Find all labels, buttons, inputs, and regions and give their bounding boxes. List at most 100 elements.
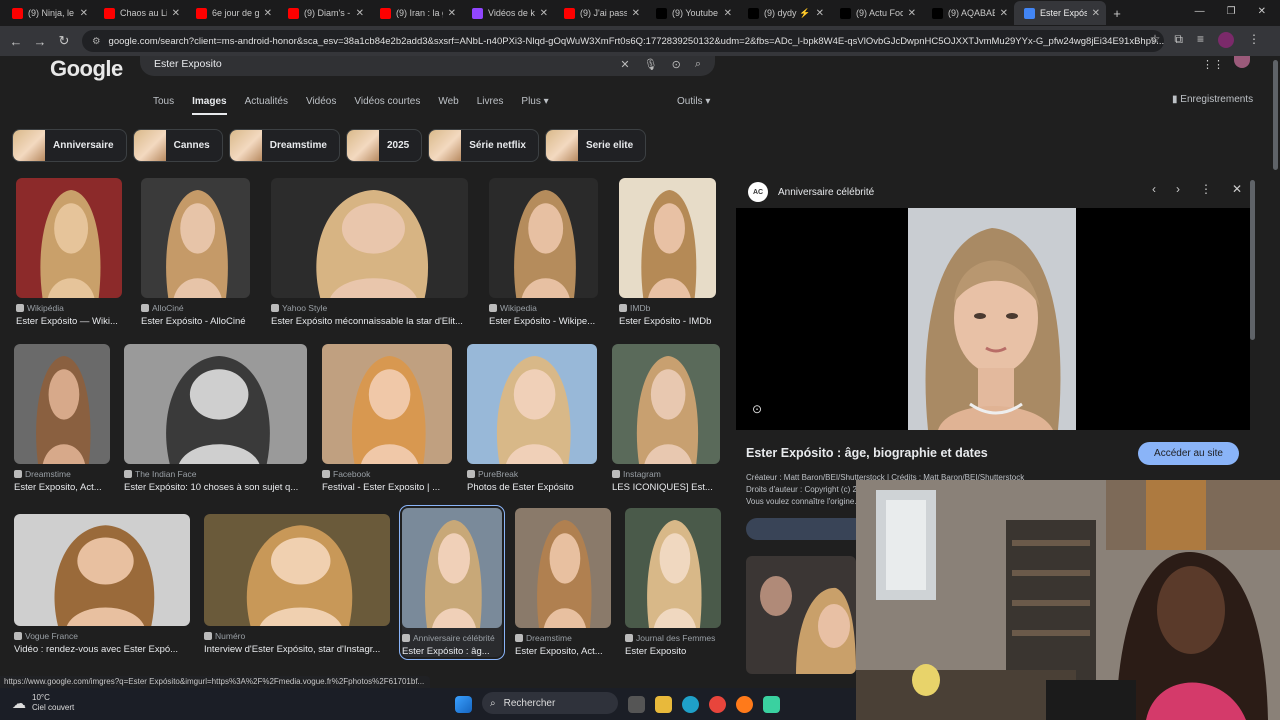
browser-tab[interactable]: (9) Actu Foo... ✕ — [830, 1, 922, 25]
browser-tab[interactable]: Ester Expósi... ✕ — [1014, 1, 1106, 25]
image-result[interactable]: Dreamstime Ester Exposito, Act... — [515, 508, 611, 657]
search-tab[interactable]: Livres — [477, 96, 504, 115]
tab-close-icon[interactable]: ✕ — [724, 8, 732, 19]
apps-grid-icon[interactable]: ⋮⋮ — [1202, 58, 1224, 71]
image-result[interactable]: PureBreak Photos de Ester Expósito — [467, 344, 597, 493]
account-avatar[interactable] — [1234, 56, 1250, 68]
profile-avatar[interactable] — [1218, 32, 1234, 48]
search-tab[interactable]: Images — [192, 96, 227, 115]
image-result[interactable]: Instagram LES ICONIQUES] Est... — [612, 344, 720, 493]
search-tab[interactable]: Web — [438, 96, 458, 115]
tab-close-icon[interactable]: ✕ — [172, 8, 180, 19]
new-tab-icon[interactable]: + — [1106, 6, 1128, 21]
image-result[interactable]: Wikipedia Ester Expósito - Wikipe... — [489, 178, 598, 327]
image-result[interactable]: Journal des Femmes Ester Exposito — [625, 508, 721, 657]
panel-title[interactable]: Ester Expósito : âge, biographie et date… — [746, 446, 988, 460]
search-tab[interactable]: Vidéos courtes — [354, 96, 420, 115]
start-icon[interactable] — [455, 696, 472, 713]
close-icon[interactable]: ✕ — [1232, 182, 1242, 196]
image-result[interactable]: Wikipédia Ester Expósito — Wiki... — [16, 178, 122, 327]
edge-icon[interactable] — [682, 696, 699, 713]
more-icon[interactable]: ⋮ — [1200, 182, 1212, 196]
tab-close-icon[interactable]: ✕ — [1092, 8, 1100, 19]
close-window-icon[interactable]: ✕ — [1258, 6, 1266, 17]
search-icon[interactable]: ⌕ — [695, 58, 701, 71]
menu-icon[interactable]: ⋮ — [1248, 32, 1260, 48]
browser-tab[interactable]: Vidéos de k... ✕ — [462, 1, 554, 25]
browser-tab[interactable]: Chaos au Lib... ✕ — [94, 1, 186, 25]
tools-button[interactable]: Outils ▾ — [677, 96, 710, 107]
task-view-icon[interactable] — [628, 696, 645, 713]
image-result[interactable]: Numéro Interview d'Ester Expósito, star … — [204, 514, 390, 655]
tab-close-icon[interactable]: ✕ — [80, 8, 88, 19]
tab-close-icon[interactable]: ✕ — [540, 8, 548, 19]
lens-icon[interactable]: ⊙ — [672, 58, 681, 71]
chrome-icon[interactable] — [709, 696, 726, 713]
browser-tab[interactable]: (9) Iran : la g... ✕ — [370, 1, 462, 25]
suggestion-chip[interactable]: Anniversaire — [12, 129, 127, 162]
browser-tab[interactable]: (9) dydy ⚡... ✕ — [738, 1, 830, 25]
tab-close-icon[interactable]: ✕ — [264, 8, 272, 19]
suggestion-chip[interactable]: Dreamstime — [228, 129, 340, 162]
maximize-icon[interactable]: ❐ — [1227, 6, 1236, 17]
next-icon[interactable]: › — [1176, 182, 1180, 196]
search-tab[interactable]: Actualités — [245, 96, 288, 115]
suggestion-chip[interactable]: 2025 — [345, 129, 423, 162]
tab-close-icon[interactable]: ✕ — [356, 8, 364, 19]
site-info-icon[interactable]: ⚙ — [92, 36, 101, 47]
browser-tab[interactable]: (9) Diam's - ... ✕ — [278, 1, 370, 25]
suggestion-chip[interactable]: Cannes — [132, 129, 223, 162]
image-result[interactable]: The Indian Face Ester Expósito: 10 chose… — [124, 344, 307, 493]
search-tab[interactable]: Tous — [153, 96, 174, 115]
browser-tab[interactable]: (9) Youtube ... ✕ — [646, 1, 738, 25]
saved-button[interactable]: ▮ Enregistrements — [1172, 94, 1253, 105]
suggestion-chip[interactable]: Série netflix — [428, 129, 539, 162]
app-icon[interactable] — [763, 696, 780, 713]
tab-close-icon[interactable]: ✕ — [448, 8, 456, 19]
source-favicon-icon — [467, 470, 475, 478]
image-result[interactable]: Facebook Festival - Ester Exposito | ... — [322, 344, 452, 493]
site-name[interactable]: Anniversaire célébrité — [778, 187, 874, 198]
preview-image[interactable] — [908, 208, 1076, 430]
suggestion-chip[interactable]: Serie elite — [544, 129, 647, 162]
file-explorer-icon[interactable] — [655, 696, 672, 713]
panel-scrollbar[interactable] — [1250, 180, 1255, 340]
address-bar[interactable]: ⚙ google.com/search?client=ms-android-ho… — [82, 30, 1164, 52]
search-input[interactable]: Ester Exposito ✕ 🎙 ⊙ ⌕ — [140, 56, 715, 76]
browser-tab[interactable]: (9) AQABABI... ✕ — [922, 1, 1014, 25]
bookmark-star-icon[interactable]: ☆ — [1150, 32, 1161, 48]
clear-icon[interactable]: ✕ — [620, 58, 629, 71]
prev-icon[interactable]: ‹ — [1152, 182, 1156, 196]
forward-icon[interactable]: → — [28, 34, 52, 49]
browser-tab[interactable]: (9) J'ai passé... ✕ — [554, 1, 646, 25]
media-icon[interactable]: ≡ — [1197, 32, 1204, 48]
image-result[interactable]: AlloCiné Ester Expósito - AlloCiné — [141, 178, 250, 327]
taskbar-search[interactable]: ⌕ Rechercher — [482, 692, 618, 714]
mic-icon[interactable]: 🎙 — [644, 58, 658, 71]
search-tab[interactable]: Vidéos — [306, 96, 336, 115]
image-result[interactable]: IMDb Ester Expósito - IMDb — [619, 178, 716, 327]
browser-tab[interactable]: 6e jour de g... ✕ — [186, 1, 278, 25]
lens-search-icon[interactable]: ⊙ — [752, 402, 762, 416]
image-result[interactable]: Dreamstime Ester Exposito, Act... — [14, 344, 110, 493]
extensions-icon[interactable]: ⧉ — [1174, 32, 1183, 48]
page-scrollbar[interactable] — [1273, 60, 1278, 170]
share-button[interactable] — [746, 518, 866, 540]
minimize-icon[interactable]: — — [1195, 6, 1205, 17]
google-logo[interactable]: Google — [50, 56, 123, 82]
image-result[interactable]: Vogue France Vidéo : rendez-vous avec Es… — [14, 514, 190, 655]
browser-tab[interactable]: (9) Ninja, le ... ✕ — [2, 1, 94, 25]
image-result[interactable]: Yahoo Style Ester Expósito méconnaissabl… — [271, 178, 468, 327]
weather-widget[interactable]: ☁ 10°C Ciel couvert — [12, 693, 74, 713]
image-result[interactable]: Anniversaire célébrité Ester Expósito : … — [399, 505, 505, 660]
firefox-icon[interactable] — [736, 696, 753, 713]
tab-close-icon[interactable]: ✕ — [816, 8, 824, 19]
visit-site-button[interactable]: Accéder au site — [1138, 442, 1239, 465]
tab-close-icon[interactable]: ✕ — [908, 8, 916, 19]
tab-close-icon[interactable]: ✕ — [632, 8, 640, 19]
back-icon[interactable]: ← — [4, 34, 28, 49]
related-thumbnail[interactable] — [746, 556, 856, 674]
reload-icon[interactable]: ↻ — [52, 33, 76, 49]
tab-close-icon[interactable]: ✕ — [1000, 8, 1008, 19]
search-tab[interactable]: Plus ▾ — [521, 96, 548, 115]
